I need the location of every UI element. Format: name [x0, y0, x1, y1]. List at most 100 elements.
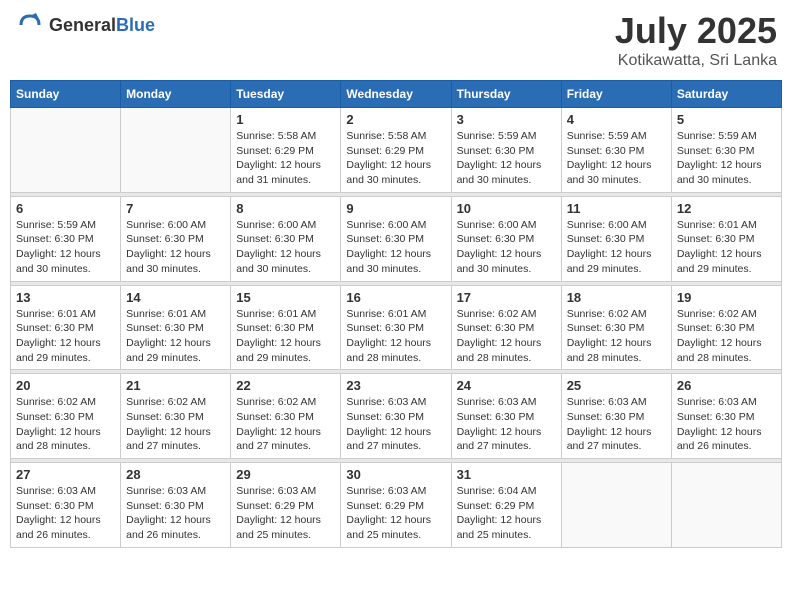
- calendar-week-row: 20 Sunrise: 6:02 AM Sunset: 6:30 PM Dayli…: [11, 374, 782, 459]
- title-area: July 2025 Kotikawatta, Sri Lanka: [615, 10, 777, 70]
- calendar-cell: 18Sunrise: 6:02 AM Sunset: 6:30 PM Dayli…: [561, 285, 671, 370]
- day-number: 15: [236, 290, 335, 305]
- day-info: Sunrise: 5:59 AM Sunset: 6:30 PM Dayligh…: [16, 218, 115, 277]
- day-info: Sunrise: 6:01 AM Sunset: 6:30 PM Dayligh…: [16, 307, 115, 366]
- day-header: Friday: [561, 81, 671, 108]
- calendar-cell: 31 Sunrise: 6:04 AM Sunset: 6:29 PM Dayli…: [451, 463, 561, 548]
- calendar-cell: [11, 108, 121, 193]
- logo-text: GeneralBlue: [49, 15, 155, 36]
- day-info: Sunrise: 6:02 AM Sunset: 6:30 PM Dayligh…: [126, 395, 225, 454]
- calendar-cell: 20 Sunrise: 6:02 AM Sunset: 6:30 PM Dayli…: [11, 374, 121, 459]
- day-number: 12: [677, 201, 776, 216]
- calendar-cell: 29 Sunrise: 6:03 AM Sunset: 6:29 PM Dayli…: [231, 463, 341, 548]
- day-info: Sunrise: 6:02 AM Sunset: 6:30 PM Dayligh…: [16, 395, 115, 454]
- calendar-cell: 11 Sunrise: 6:00 AM Sunset: 6:30 PM Dayli…: [561, 196, 671, 281]
- calendar-cell: 26 Sunrise: 6:03 AM Sunset: 6:30 PM Dayli…: [671, 374, 781, 459]
- day-number: 4: [567, 112, 666, 127]
- day-number: 26: [677, 378, 776, 393]
- calendar-cell: 10Sunrise: 6:00 AM Sunset: 6:30 PM Dayli…: [451, 196, 561, 281]
- month-title: July 2025: [615, 10, 777, 52]
- logo-blue: Blue: [116, 15, 155, 35]
- calendar-cell: [561, 463, 671, 548]
- logo-general: General: [49, 15, 116, 35]
- calendar-cell: 7 Sunrise: 6:00 AM Sunset: 6:30 PM Daylig…: [121, 196, 231, 281]
- day-number: 31: [457, 467, 556, 482]
- day-info: Sunrise: 6:02 AM Sunset: 6:30 PM Dayligh…: [457, 307, 556, 366]
- day-info: Sunrise: 6:03 AM Sunset: 6:30 PM Dayligh…: [126, 484, 225, 543]
- day-info: Sunrise: 5:59 AM Sunset: 6:30 PM Dayligh…: [457, 129, 556, 188]
- day-info: Sunrise: 6:03 AM Sunset: 6:30 PM Dayligh…: [567, 395, 666, 454]
- day-number: 19: [677, 290, 776, 305]
- day-info: Sunrise: 6:02 AM Sunset: 6:30 PM Dayligh…: [236, 395, 335, 454]
- calendar-cell: [671, 463, 781, 548]
- calendar-cell: 3 Sunrise: 5:59 AM Sunset: 6:30 PM Daylig…: [451, 108, 561, 193]
- day-number: 23: [346, 378, 445, 393]
- day-number: 13: [16, 290, 115, 305]
- day-info: Sunrise: 6:00 AM Sunset: 6:30 PM Dayligh…: [126, 218, 225, 277]
- day-header: Thursday: [451, 81, 561, 108]
- calendar-cell: 27 Sunrise: 6:03 AM Sunset: 6:30 PM Dayli…: [11, 463, 121, 548]
- calendar-cell: 23 Sunrise: 6:03 AM Sunset: 6:30 PM Dayli…: [341, 374, 451, 459]
- day-number: 2: [346, 112, 445, 127]
- day-info: Sunrise: 6:03 AM Sunset: 6:29 PM Dayligh…: [236, 484, 335, 543]
- calendar-cell: 17Sunrise: 6:02 AM Sunset: 6:30 PM Dayli…: [451, 285, 561, 370]
- logo-icon: [15, 10, 45, 40]
- calendar-cell: 21 Sunrise: 6:02 AM Sunset: 6:30 PM Dayli…: [121, 374, 231, 459]
- day-info: Sunrise: 6:00 AM Sunset: 6:30 PM Dayligh…: [346, 218, 445, 277]
- day-number: 16: [346, 290, 445, 305]
- day-number: 25: [567, 378, 666, 393]
- day-info: Sunrise: 6:03 AM Sunset: 6:30 PM Dayligh…: [346, 395, 445, 454]
- day-info: Sunrise: 5:59 AM Sunset: 6:30 PM Dayligh…: [567, 129, 666, 188]
- day-info: Sunrise: 6:03 AM Sunset: 6:30 PM Dayligh…: [677, 395, 776, 454]
- day-number: 3: [457, 112, 556, 127]
- day-info: Sunrise: 6:03 AM Sunset: 6:29 PM Dayligh…: [346, 484, 445, 543]
- day-number: 29: [236, 467, 335, 482]
- day-info: Sunrise: 6:01 AM Sunset: 6:30 PM Dayligh…: [346, 307, 445, 366]
- calendar-cell: 5Sunrise: 5:59 AM Sunset: 6:30 PM Daylig…: [671, 108, 781, 193]
- calendar-week-row: 6 Sunrise: 5:59 AM Sunset: 6:30 PM Daylig…: [11, 196, 782, 281]
- day-number: 22: [236, 378, 335, 393]
- calendar-cell: [121, 108, 231, 193]
- day-number: 14: [126, 290, 225, 305]
- calendar-cell: 13 Sunrise: 6:01 AM Sunset: 6:30 PM Dayli…: [11, 285, 121, 370]
- calendar-cell: 1 Sunrise: 5:58 AM Sunset: 6:29 PM Daylig…: [231, 108, 341, 193]
- day-number: 10: [457, 201, 556, 216]
- day-info: Sunrise: 6:01 AM Sunset: 6:30 PM Dayligh…: [236, 307, 335, 366]
- calendar-cell: 15 Sunrise: 6:01 AM Sunset: 6:30 PM Dayli…: [231, 285, 341, 370]
- day-info: Sunrise: 6:04 AM Sunset: 6:29 PM Dayligh…: [457, 484, 556, 543]
- day-number: 27: [16, 467, 115, 482]
- day-number: 21: [126, 378, 225, 393]
- day-number: 6: [16, 201, 115, 216]
- calendar-week-row: 27 Sunrise: 6:03 AM Sunset: 6:30 PM Dayli…: [11, 463, 782, 548]
- calendar-cell: 30Sunrise: 6:03 AM Sunset: 6:29 PM Dayli…: [341, 463, 451, 548]
- header: GeneralBlue July 2025 Kotikawatta, Sri L…: [10, 10, 782, 70]
- calendar-cell: 19Sunrise: 6:02 AM Sunset: 6:30 PM Dayli…: [671, 285, 781, 370]
- calendar-header-row: SundayMondayTuesdayWednesdayThursdayFrid…: [11, 81, 782, 108]
- day-info: Sunrise: 6:03 AM Sunset: 6:30 PM Dayligh…: [457, 395, 556, 454]
- day-number: 11: [567, 201, 666, 216]
- day-info: Sunrise: 5:58 AM Sunset: 6:29 PM Dayligh…: [236, 129, 335, 188]
- day-header: Wednesday: [341, 81, 451, 108]
- day-header: Monday: [121, 81, 231, 108]
- calendar-week-row: 13 Sunrise: 6:01 AM Sunset: 6:30 PM Dayli…: [11, 285, 782, 370]
- day-info: Sunrise: 6:00 AM Sunset: 6:30 PM Dayligh…: [236, 218, 335, 277]
- calendar-cell: 9 Sunrise: 6:00 AM Sunset: 6:30 PM Daylig…: [341, 196, 451, 281]
- day-number: 24: [457, 378, 556, 393]
- day-number: 20: [16, 378, 115, 393]
- calendar-week-row: 1 Sunrise: 5:58 AM Sunset: 6:29 PM Daylig…: [11, 108, 782, 193]
- day-info: Sunrise: 5:58 AM Sunset: 6:29 PM Dayligh…: [346, 129, 445, 188]
- day-info: Sunrise: 6:00 AM Sunset: 6:30 PM Dayligh…: [567, 218, 666, 277]
- day-info: Sunrise: 6:03 AM Sunset: 6:30 PM Dayligh…: [16, 484, 115, 543]
- day-info: Sunrise: 6:02 AM Sunset: 6:30 PM Dayligh…: [567, 307, 666, 366]
- day-number: 9: [346, 201, 445, 216]
- calendar-cell: 25 Sunrise: 6:03 AM Sunset: 6:30 PM Dayli…: [561, 374, 671, 459]
- day-header: Sunday: [11, 81, 121, 108]
- calendar-cell: 24 Sunrise: 6:03 AM Sunset: 6:30 PM Dayli…: [451, 374, 561, 459]
- day-number: 1: [236, 112, 335, 127]
- day-number: 28: [126, 467, 225, 482]
- calendar: SundayMondayTuesdayWednesdayThursdayFrid…: [10, 80, 782, 548]
- day-number: 7: [126, 201, 225, 216]
- calendar-cell: 4 Sunrise: 5:59 AM Sunset: 6:30 PM Daylig…: [561, 108, 671, 193]
- calendar-cell: 2 Sunrise: 5:58 AM Sunset: 6:29 PM Daylig…: [341, 108, 451, 193]
- calendar-cell: 14Sunrise: 6:01 AM Sunset: 6:30 PM Dayli…: [121, 285, 231, 370]
